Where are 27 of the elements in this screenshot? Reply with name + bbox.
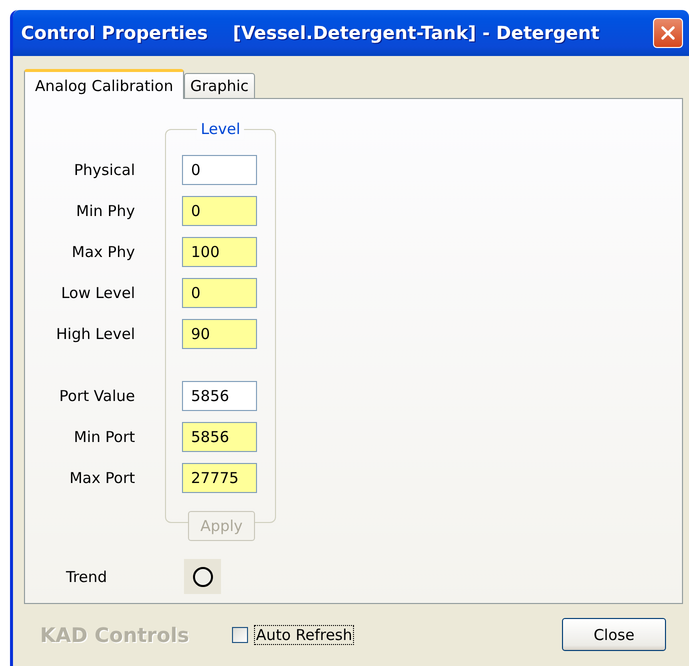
field-label: Physical [72,160,135,181]
close-button[interactable]: Close [562,618,666,651]
field-label: Min Port [72,427,135,448]
window-title: Control Properties [Vessel.Detergent-Tank] - Detergent [21,22,600,44]
close-icon[interactable] [653,18,683,48]
field-label: Max Phy [70,242,135,263]
trend-label: Trend [66,568,108,586]
input-field[interactable]: 90 [182,319,257,349]
checkbox-label[interactable]: Auto Refresh [254,624,354,644]
input-field[interactable]: 27775 [182,463,257,493]
field-label: Port Value [58,386,135,407]
input-field[interactable]: 0 [182,196,257,226]
field-label: Min Phy [75,201,135,222]
trend-button[interactable] [184,559,221,594]
input-field[interactable]: 0 [182,278,257,308]
tab[interactable]: Analog Calibration [24,69,184,99]
field-label: Low Level [60,283,135,304]
circle-icon [192,566,214,588]
tab[interactable]: Graphic [184,73,255,98]
field-label: High Level [55,324,135,345]
input-field[interactable]: 5856 [182,381,257,411]
brand-label: KAD Controls [40,622,190,646]
checkbox[interactable] [232,626,248,642]
input-field[interactable]: 5856 [182,422,257,452]
input-field[interactable]: 100 [182,237,257,267]
field-label: Max Port [68,468,135,489]
input-field[interactable]: 0 [182,155,257,185]
